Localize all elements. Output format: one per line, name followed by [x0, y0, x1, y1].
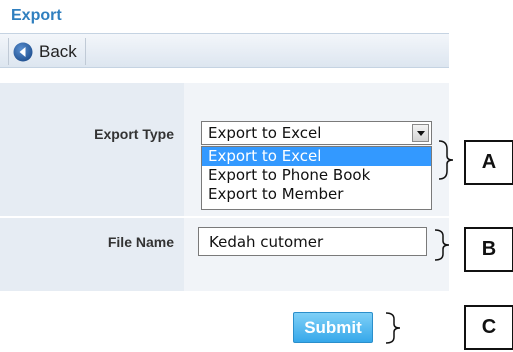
back-button[interactable]: Back — [8, 38, 86, 65]
file-name-label: File Name — [107, 234, 174, 250]
chevron-down-icon[interactable] — [412, 124, 429, 142]
dropdown-option-member[interactable]: Export to Member — [202, 185, 431, 204]
file-name-input[interactable] — [198, 227, 427, 256]
brace-b-icon — [434, 229, 450, 261]
dropdown-option-phone-book[interactable]: Export to Phone Book — [202, 166, 431, 185]
brace-c-icon — [385, 312, 401, 344]
file-name-label-cell — [0, 218, 184, 291]
callout-a: A — [464, 140, 513, 185]
page-title: Export — [11, 7, 62, 24]
export-type-select[interactable]: Export to Excel — [201, 121, 432, 145]
brace-a-icon — [438, 140, 454, 180]
back-arrow-icon — [13, 42, 33, 61]
export-type-dropdown: Export to Excel Export to Phone Book Exp… — [201, 146, 432, 210]
export-type-label: Export Type — [94, 126, 174, 142]
back-label: Back — [39, 41, 77, 61]
submit-button[interactable]: Submit — [293, 312, 373, 343]
dropdown-option-excel[interactable]: Export to Excel — [202, 147, 431, 166]
export-type-selected-value: Export to Excel — [208, 124, 322, 142]
callout-b: B — [464, 227, 513, 272]
callout-c: C — [464, 305, 513, 350]
export-type-label-cell — [0, 83, 184, 216]
toolbar: Back — [0, 33, 449, 68]
